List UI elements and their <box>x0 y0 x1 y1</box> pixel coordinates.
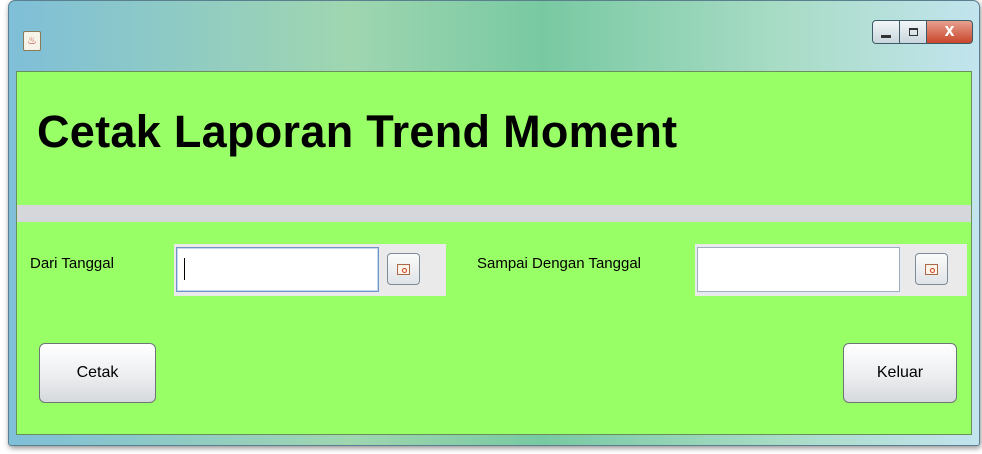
java-cup-icon[interactable]: ♨ <box>23 31 41 51</box>
to-date-field-group <box>695 244 967 296</box>
application-window: ♨ X Cetak Laporan Trend Moment Dari Tang… <box>8 0 980 446</box>
to-date-label: Sampai Dengan Tanggal <box>477 255 642 272</box>
title-bar[interactable]: ♨ X <box>9 1 979 71</box>
close-icon: X <box>944 24 955 40</box>
maximize-button[interactable] <box>900 20 927 44</box>
close-button[interactable]: X <box>927 20 973 44</box>
exit-button[interactable]: Keluar <box>843 343 957 403</box>
divider <box>17 205 971 222</box>
page-title: Cetak Laporan Trend Moment <box>37 106 678 157</box>
from-date-calendar-button[interactable] <box>387 253 420 285</box>
window-controls: X <box>872 20 973 44</box>
from-date-label: Dari Tanggal <box>30 255 114 272</box>
to-date-input[interactable] <box>697 247 900 292</box>
maximize-icon <box>908 28 918 36</box>
calendar-icon <box>925 263 938 275</box>
print-button[interactable]: Cetak <box>39 343 156 403</box>
main-panel: Cetak Laporan Trend Moment Dari Tanggal … <box>16 71 972 435</box>
minimize-icon <box>881 34 891 38</box>
to-date-calendar-button[interactable] <box>915 253 948 285</box>
from-date-field-group <box>174 244 446 296</box>
text-caret <box>184 258 185 280</box>
calendar-icon <box>397 263 410 275</box>
from-date-input[interactable] <box>176 247 379 292</box>
minimize-button[interactable] <box>872 20 900 44</box>
